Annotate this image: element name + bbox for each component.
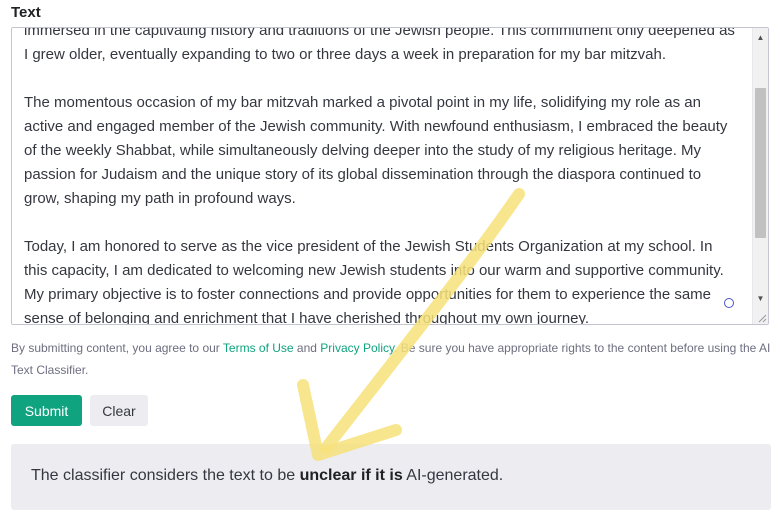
text-input-content[interactable]: immersed in the captivating history and … xyxy=(24,27,738,325)
textarea-scrollbar[interactable]: ▲ ▼ xyxy=(752,28,768,324)
scrollbar-thumb[interactable] xyxy=(755,88,766,238)
terms-disclaimer: By submitting content, you agree to our … xyxy=(11,337,771,381)
scroll-down-arrow-icon[interactable]: ▼ xyxy=(753,291,768,306)
privacy-policy-link[interactable]: Privacy Policy xyxy=(320,341,394,355)
disclaimer-middle: and xyxy=(293,341,321,355)
text-partial-line: immersed in the captivating history and … xyxy=(24,27,735,39)
text-paragraph-1: I grew older, eventually expanding to tw… xyxy=(24,46,667,63)
scroll-up-arrow-icon[interactable]: ▲ xyxy=(753,30,768,45)
disclaimer-prefix: By submitting content, you agree to our xyxy=(11,341,223,355)
text-field-label: Text xyxy=(11,4,41,21)
submit-button[interactable]: Submit xyxy=(11,395,82,426)
result-prefix: The classifier considers the text to be xyxy=(31,467,300,484)
text-paragraph-3: Today, I am honored to serve as the vice… xyxy=(24,238,724,325)
resize-grip-icon[interactable] xyxy=(757,313,767,323)
grammar-checker-icon[interactable] xyxy=(724,298,734,308)
result-suffix: AI-generated. xyxy=(402,467,504,484)
classifier-page: Text immersed in the captivating history… xyxy=(0,0,781,527)
text-input-area[interactable]: immersed in the captivating history and … xyxy=(11,27,769,325)
terms-of-use-link[interactable]: Terms of Use xyxy=(223,341,294,355)
classification-result: The classifier considers the text to be … xyxy=(11,444,771,510)
text-paragraph-2: The momentous occasion of my bar mitzvah… xyxy=(24,94,728,207)
result-verdict: unclear if it is xyxy=(299,467,403,484)
clear-button[interactable]: Clear xyxy=(90,395,148,426)
result-message: The classifier considers the text to be … xyxy=(31,467,503,485)
